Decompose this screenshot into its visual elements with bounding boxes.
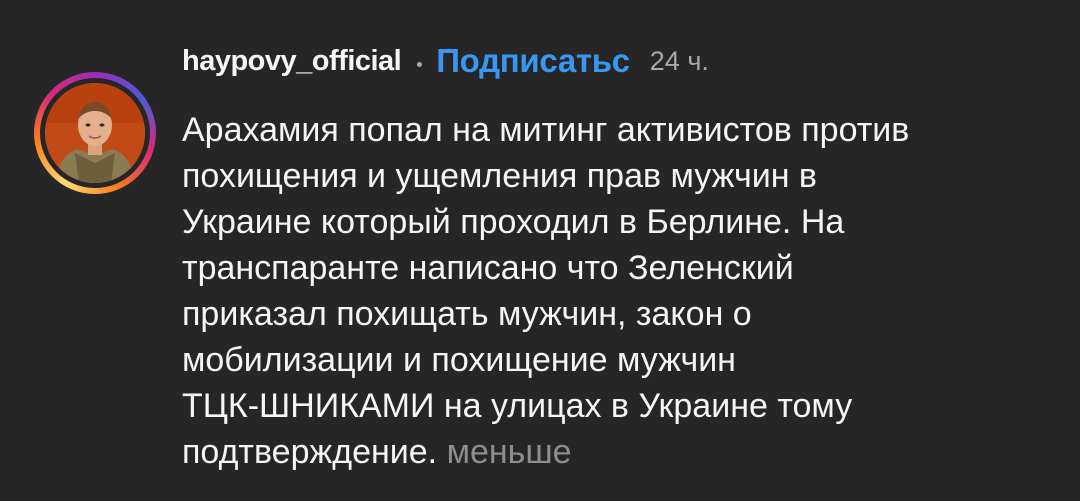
comment-body: Арахамия попал на митинг активистов прот… <box>182 107 1062 475</box>
comment-header: haypovy_official Подписатьс 24 ч. <box>182 36 709 86</box>
follow-button[interactable]: Подписатьс <box>436 42 630 80</box>
story-ring[interactable] <box>34 72 156 194</box>
separator-dot <box>417 61 423 67</box>
username-link[interactable]: haypovy_official <box>182 45 402 78</box>
avatar[interactable] <box>45 83 145 183</box>
comment-text: Арахамия попал на митинг активистов прот… <box>182 111 910 471</box>
show-less-button[interactable]: меньше <box>447 433 572 471</box>
timestamp[interactable]: 24 ч. <box>650 46 709 77</box>
comment-card: haypovy_official Подписатьс 24 ч. Арахам… <box>0 0 1080 501</box>
avatar-image <box>45 83 145 183</box>
